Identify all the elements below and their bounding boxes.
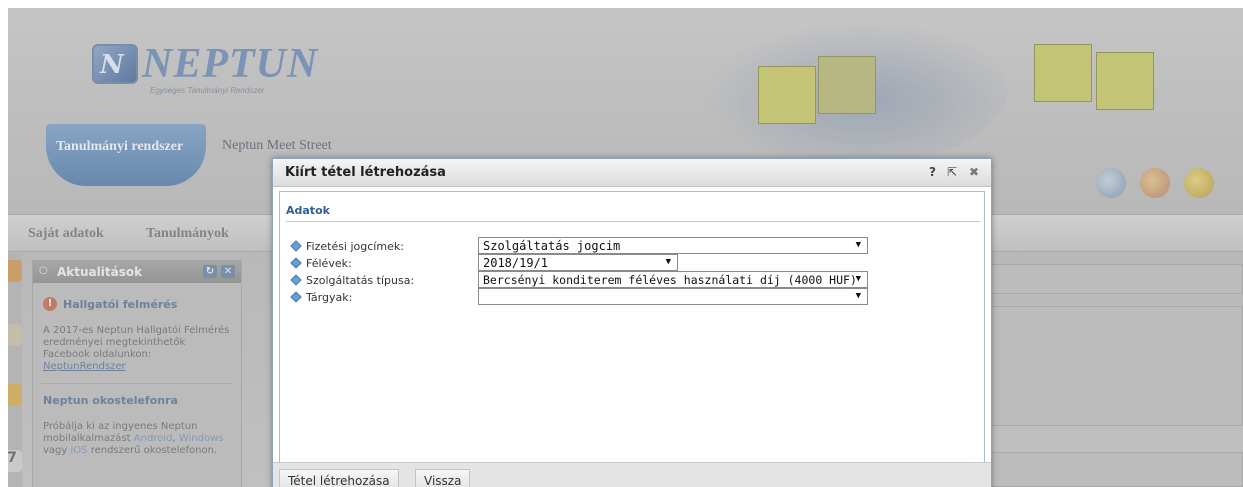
field-row: Tárgyak: <box>288 289 352 305</box>
diamond-bullet-icon <box>290 257 302 269</box>
diamond-bullet-icon <box>290 240 302 252</box>
subjects-select[interactable]: ▼ <box>478 288 868 305</box>
semester-select[interactable]: 2018/19/1 ▼ <box>478 254 678 271</box>
popout-icon[interactable]: ⇱ <box>947 165 957 179</box>
field-label: Tárgyak: <box>306 290 353 304</box>
field-row: Félévek: <box>288 255 352 271</box>
create-item-button[interactable]: Tétel létrehozása <box>279 469 399 487</box>
section-title: Adatok <box>286 204 980 222</box>
field-row: Fizetési jogcímek: <box>288 238 404 254</box>
select-value: 2018/19/1 <box>483 256 549 270</box>
dropdown-arrow-icon: ▼ <box>665 257 671 267</box>
payment-title-select[interactable]: Szolgáltatás jogcim ▼ <box>478 237 868 254</box>
diamond-bullet-icon <box>290 291 302 303</box>
field-label: Félévek: <box>306 256 352 270</box>
select-value: Szolgáltatás jogcim <box>483 239 621 253</box>
select-value: Bercsényi konditerem féléves használati … <box>483 273 857 287</box>
close-icon[interactable]: ✖ <box>969 165 979 179</box>
create-item-dialog: Kiírt tétel létrehozása ? ⇱ ✖ Adatok Fiz… <box>272 158 992 487</box>
app-background: N NEPTUN Egységes Tanulmányi Rendszer Ta… <box>8 8 1243 487</box>
help-icon[interactable]: ? <box>929 165 936 179</box>
dropdown-arrow-icon: ▼ <box>855 291 861 301</box>
field-label: Fizetési jogcímek: <box>306 239 404 253</box>
field-row: Szolgáltatás típusa: <box>288 272 414 288</box>
service-type-select[interactable]: Bercsényi konditerem féléves használati … <box>478 271 868 288</box>
dialog-title: Kiírt tétel létrehozása <box>285 165 446 180</box>
dialog-title-bar[interactable]: Kiírt tétel létrehozása ? ⇱ ✖ <box>273 159 991 187</box>
diamond-bullet-icon <box>290 274 302 286</box>
dialog-body: Adatok Fizetési jogcímek: Szolgáltatás j… <box>279 191 985 463</box>
dropdown-arrow-icon: ▼ <box>855 240 861 250</box>
dropdown-arrow-icon: ▼ <box>855 274 861 284</box>
field-label: Szolgáltatás típusa: <box>306 273 415 287</box>
dialog-footer: Tétel létrehozása Vissza <box>273 462 991 487</box>
back-button[interactable]: Vissza <box>415 469 471 487</box>
